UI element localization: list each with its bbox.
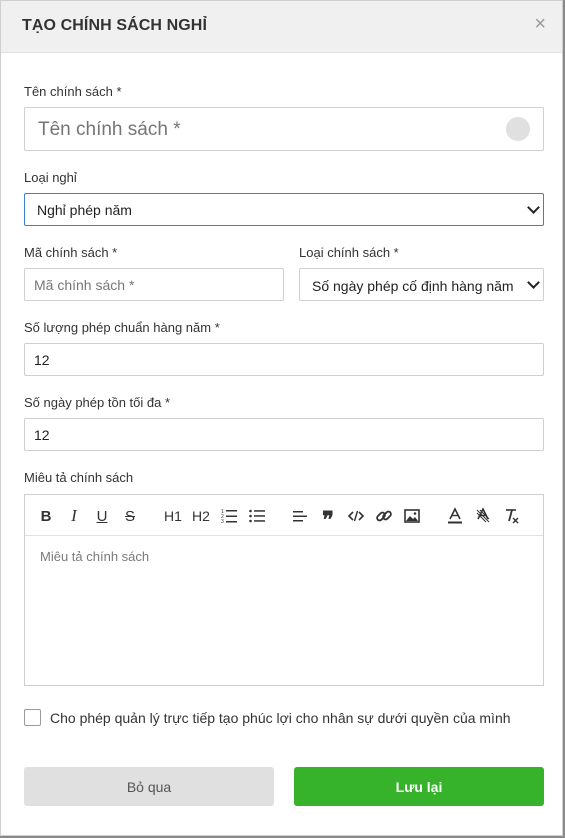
strikethrough-icon[interactable]: S: [119, 505, 141, 527]
ordered-list-icon[interactable]: 123: [218, 505, 240, 527]
allow-manager-label: Cho phép quản lý trực tiếp tạo phúc lợi …: [50, 710, 511, 726]
bold-icon[interactable]: B: [35, 505, 57, 527]
leave-type-select[interactable]: Nghỉ phép năm: [24, 193, 544, 226]
policy-code-placeholder: Mã chính sách *: [34, 277, 135, 293]
editor-toolbar: B I U S H1 H2 123 ❞: [24, 494, 544, 536]
modal-header: TẠO CHÍNH SÁCH NGHỈ ×: [1, 1, 562, 53]
policy-name-label: Tên chính sách *: [24, 84, 122, 99]
policy-type-label: Loại chính sách *: [299, 245, 399, 260]
description-placeholder: Miêu tả chính sách: [40, 549, 150, 564]
max-leave-label: Số ngày phép tồn tối đa *: [24, 395, 171, 410]
chevron-down-icon: [527, 201, 540, 214]
description-editor[interactable]: Miêu tả chính sách: [24, 535, 544, 686]
quote-icon[interactable]: ❞: [317, 505, 339, 531]
heading1-icon[interactable]: H1: [162, 505, 184, 527]
underline-icon[interactable]: U: [91, 505, 113, 527]
italic-icon[interactable]: I: [63, 505, 85, 527]
link-icon[interactable]: [373, 505, 395, 527]
policy-code-input[interactable]: Mã chính sách *: [24, 268, 284, 301]
create-leave-policy-modal: TẠO CHÍNH SÁCH NGHỈ × Tên chính sách * T…: [0, 0, 563, 836]
policy-type-value: Số ngày phép cố định hàng năm: [312, 278, 514, 294]
align-left-icon[interactable]: [289, 505, 311, 527]
policy-name-placeholder: Tên chính sách *: [38, 119, 181, 140]
leave-type-value: Nghỉ phép năm: [37, 202, 132, 218]
policy-name-input[interactable]: Tên chính sách *: [24, 107, 544, 151]
modal-title: TẠO CHÍNH SÁCH NGHỈ: [22, 17, 208, 34]
highlight-icon[interactable]: [472, 505, 494, 527]
bullet-list-icon[interactable]: [246, 505, 268, 527]
policy-code-label: Mã chính sách *: [24, 245, 118, 260]
allow-manager-checkbox[interactable]: [24, 709, 41, 726]
description-label: Miêu tả chính sách: [24, 470, 134, 485]
standard-leave-value: 12: [34, 352, 50, 368]
standard-leave-input[interactable]: 12: [24, 343, 544, 376]
code-icon[interactable]: [345, 505, 367, 527]
skip-button[interactable]: Bỏ qua: [24, 767, 274, 806]
standard-leave-label: Số lượng phép chuẩn hàng năm *: [24, 320, 220, 335]
svg-text:3: 3: [221, 519, 224, 525]
text-color-icon[interactable]: [444, 505, 466, 527]
save-button[interactable]: Lưu lại: [294, 767, 544, 806]
heading2-icon[interactable]: H2: [190, 505, 212, 527]
policy-type-select[interactable]: Số ngày phép cố định hàng năm: [299, 268, 544, 301]
leave-type-label: Loại nghỉ: [24, 170, 77, 185]
max-leave-value: 12: [34, 427, 50, 443]
toggle-icon[interactable]: [506, 117, 530, 141]
close-icon[interactable]: ×: [534, 14, 546, 34]
image-icon[interactable]: [401, 505, 423, 527]
max-leave-input[interactable]: 12: [24, 418, 544, 451]
clear-format-icon[interactable]: [500, 505, 522, 527]
chevron-down-icon: [527, 276, 540, 289]
